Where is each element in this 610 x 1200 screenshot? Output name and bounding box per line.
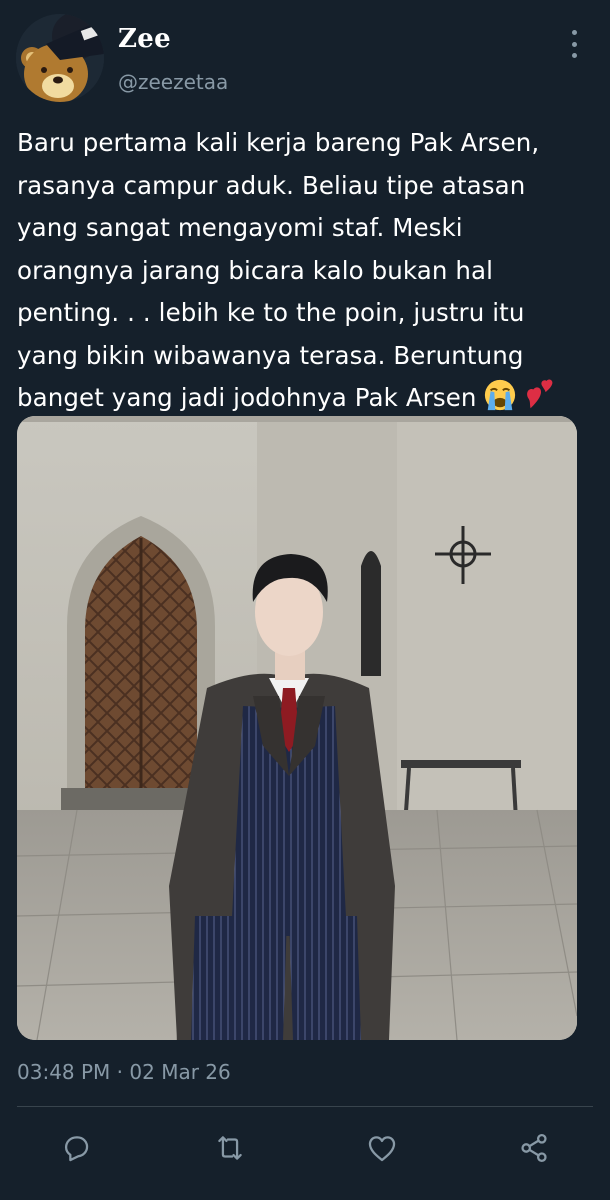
like-icon: [368, 1136, 396, 1162]
tweet-text-body: Baru pertama kali kerja bareng Pak Arsen…: [17, 128, 540, 412]
tweet-timestamp[interactable]: 03:48 PM · 02 Mar 26: [17, 1060, 231, 1084]
retweet-icon: [218, 1136, 242, 1160]
divider: [17, 1106, 593, 1107]
author-display-name[interactable]: Zee: [118, 24, 171, 54]
more-options-icon[interactable]: [564, 30, 584, 58]
tweet-text: Baru pertama kali kerja bareng Pak Arsen…: [17, 122, 597, 420]
share-button[interactable]: [512, 1124, 556, 1172]
two-hearts-icon: [526, 379, 552, 409]
retweet-button[interactable]: [208, 1124, 252, 1172]
avatar[interactable]: [16, 14, 104, 102]
tweet-photo[interactable]: [17, 416, 577, 1040]
loudly-crying-face-icon: [484, 379, 515, 411]
tweet-card: Zee @zeezetaa Baru pertama kali kerja ba…: [0, 0, 610, 1200]
reply-button[interactable]: [54, 1124, 98, 1172]
bear-avatar-icon: [16, 14, 104, 102]
tweet-actions-bar: [0, 1124, 610, 1172]
reply-icon: [64, 1136, 89, 1162]
share-icon: [521, 1133, 547, 1163]
like-button[interactable]: [360, 1124, 404, 1172]
author-handle[interactable]: @zeezetaa: [118, 70, 228, 94]
